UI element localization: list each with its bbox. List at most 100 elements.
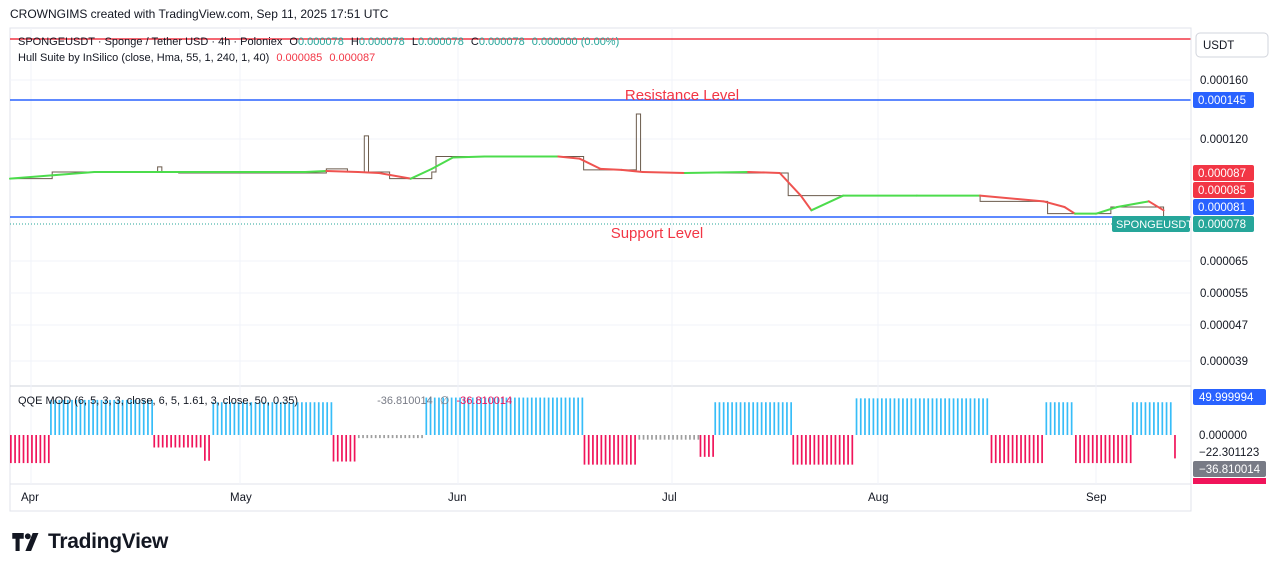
qqe-bar	[748, 402, 750, 435]
qqe-bar	[855, 398, 858, 435]
qqe-bar	[973, 398, 976, 435]
qqe-bar	[809, 435, 811, 465]
qqe-bar	[735, 402, 738, 435]
qqe-bar	[1062, 402, 1065, 435]
qqe-bar	[309, 402, 312, 435]
qqe-lower-box	[1193, 478, 1266, 484]
tradingview-wordmark: TradingView	[48, 530, 169, 553]
qqe-bar	[220, 402, 223, 435]
hull-legend[interactable]: Hull Suite by InSilico (close, Hma, 55, …	[18, 52, 375, 64]
qqe-bar	[560, 397, 563, 435]
change-value: 0.000000 (0.00%)	[531, 36, 620, 48]
qqe-bar	[362, 435, 364, 439]
qqe-bar	[914, 398, 917, 435]
qqe-bar	[47, 435, 50, 464]
qqe-bar	[600, 435, 603, 465]
qqe-bar	[408, 435, 411, 439]
qqe-bar	[10, 435, 12, 464]
qqe-bar	[826, 435, 828, 465]
x-tick-jun: Jun	[448, 492, 467, 504]
qqe-bar	[246, 402, 248, 435]
qqe-bar	[1112, 435, 1115, 464]
qqe-bar	[530, 397, 533, 435]
qqe-bar	[773, 402, 776, 435]
price-label: 0.000081	[1198, 202, 1246, 214]
qqe-bar	[547, 397, 550, 435]
price-label: 0.000078	[1198, 219, 1246, 231]
qqe-bar	[353, 435, 356, 462]
qqe-bar	[902, 398, 904, 435]
qqe-bar	[1174, 435, 1176, 459]
tradingview-logo[interactable]: TradingView	[12, 530, 168, 554]
low-value: 0.000078	[417, 36, 464, 48]
y-tick: 0.000120	[1200, 134, 1248, 146]
hull-segment	[799, 194, 813, 212]
qqe-bar	[208, 435, 210, 461]
hull-segment	[409, 167, 433, 180]
qqe-bar	[326, 402, 329, 435]
hull-segment	[430, 156, 454, 170]
qqe-bar	[994, 435, 997, 464]
qqe-bar	[288, 402, 291, 435]
qqe-bar	[781, 402, 784, 435]
hull-segment	[1147, 200, 1165, 212]
close-value: 0.000078	[478, 36, 525, 48]
qqe-bar	[672, 435, 674, 440]
hull-segment	[1042, 200, 1066, 208]
qqe-bar	[952, 398, 955, 435]
qqe-bar	[777, 402, 780, 435]
qqe-bar	[187, 435, 189, 448]
qqe-bar	[800, 435, 803, 465]
qqe-bar	[923, 398, 925, 435]
qqe-bar	[254, 402, 257, 435]
hull-value-1: 0.000085	[276, 52, 323, 64]
qqe-bar	[271, 402, 274, 435]
chart-canvas[interactable]: Resistance Level Support Level Apr May Jun Ju…	[0, 0, 1281, 571]
qqe-bar	[341, 435, 343, 462]
qqe-bar	[1032, 435, 1035, 464]
qqe-bar	[821, 435, 824, 465]
qqe-bar	[986, 398, 989, 435]
qqe-bar	[391, 435, 394, 439]
qqe-bar	[906, 398, 908, 435]
hull-segment	[451, 155, 486, 159]
qqe-bar	[752, 402, 755, 435]
qqe-bar	[263, 402, 265, 435]
qqe-bar	[712, 435, 714, 457]
hull-value-2: 0.000087	[329, 52, 376, 64]
qqe-bar	[769, 402, 771, 435]
y-tick: 0.000065	[1200, 256, 1248, 268]
hull-segment	[578, 157, 602, 170]
qqe-bar	[743, 402, 746, 435]
qqe-bar	[301, 402, 303, 435]
qqe-bar	[370, 435, 373, 439]
qqe-bar	[1037, 435, 1039, 464]
hull-segment	[325, 169, 359, 173]
qqe-bar	[573, 397, 575, 435]
qqe-bar	[305, 402, 307, 435]
qqe-bar	[834, 435, 837, 465]
qqe-bar	[357, 435, 360, 439]
qqe-bar	[651, 435, 653, 440]
qqe-bar	[1020, 435, 1022, 464]
qqe-bar	[693, 435, 695, 440]
qqe-bar	[876, 398, 879, 435]
qqe-bar	[1144, 402, 1147, 435]
qqe-bar	[237, 402, 240, 435]
qqe-bar	[514, 397, 516, 435]
qqe-bar	[587, 435, 590, 465]
hull-segment	[683, 170, 750, 174]
qqe-bar	[838, 435, 841, 465]
qqe-bar	[1131, 402, 1134, 435]
qqe-bar	[539, 397, 542, 435]
qqe-bar	[940, 398, 942, 435]
qqe-bar	[258, 402, 261, 435]
qqe-bar	[731, 402, 733, 435]
qqe-label: −22.301123	[1199, 447, 1259, 459]
qqe-bar	[1058, 402, 1060, 435]
qqe-bar	[659, 435, 662, 440]
qqe-legend[interactable]: QQE MOD (6, 5, 3, 3, close, 6, 5, 1.61, …	[18, 394, 512, 407]
qqe-bar	[1028, 435, 1031, 464]
qqe-bar	[897, 398, 900, 435]
price-label: 0.000085	[1198, 185, 1246, 197]
